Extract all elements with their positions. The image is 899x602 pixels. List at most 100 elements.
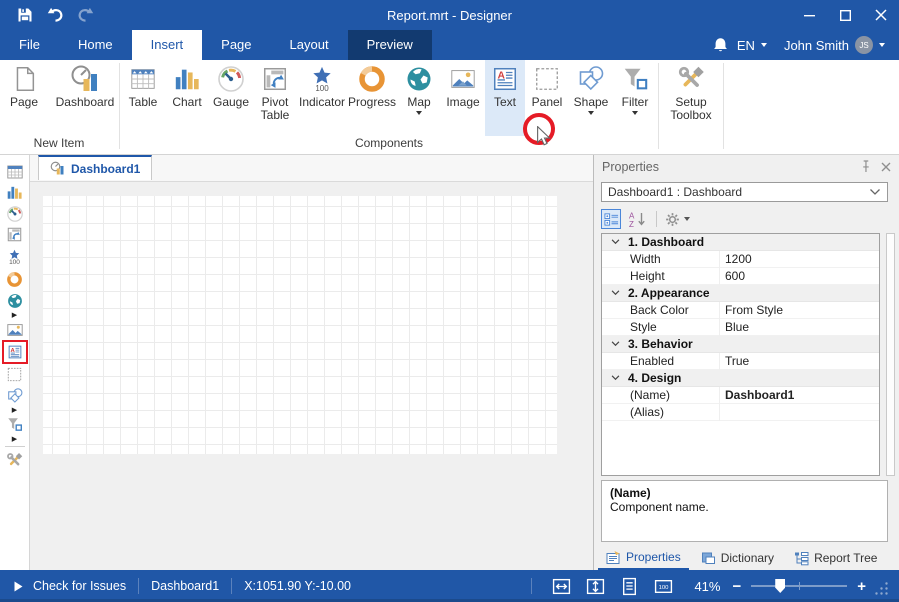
toolbox-text-button-highlighted[interactable]: A — [2, 340, 28, 364]
toolbox-indicator-button[interactable]: 100 — [3, 245, 27, 269]
indicator-button[interactable]: 100 Indicator — [297, 60, 347, 136]
check-for-issues-button[interactable]: Check for Issues — [14, 579, 126, 593]
zoom-in-button[interactable]: + — [857, 578, 866, 595]
property-row[interactable]: (Name) Dashboard1 — [602, 387, 879, 404]
toolbox-shape-expand-icon[interactable]: ▶ — [3, 406, 27, 414]
toolbar-separator — [656, 211, 657, 227]
property-section[interactable]: 2. Appearance — [602, 285, 879, 302]
chart-icon — [6, 184, 23, 201]
dashboard-button[interactable]: Dashboard — [54, 60, 116, 136]
page-view-button[interactable] — [619, 576, 639, 596]
close-button[interactable] — [863, 0, 899, 30]
text-button[interactable]: A Text — [485, 60, 525, 136]
language-selector[interactable]: EN — [737, 38, 767, 53]
close-panel-button[interactable] — [881, 162, 891, 172]
property-value[interactable]: From Style — [720, 302, 783, 318]
minimize-button[interactable] — [791, 0, 827, 30]
property-section[interactable]: 4. Design — [602, 370, 879, 387]
toolbox-filter-expand-icon[interactable]: ▶ — [3, 435, 27, 443]
properties-panel-title: Properties — [602, 160, 659, 174]
toolbox-pivot-table-button[interactable] — [3, 224, 27, 245]
setup-toolbox-button[interactable]: Setup Toolbox — [662, 60, 720, 136]
toolbox-filter-button[interactable] — [3, 414, 27, 435]
toolbox-chart-button[interactable] — [3, 182, 27, 203]
property-value[interactable]: 600 — [720, 268, 745, 284]
toolbox-panel-button[interactable] — [3, 364, 27, 385]
filter-dropdown-icon[interactable] — [632, 111, 638, 115]
categorized-view-button[interactable] — [601, 209, 621, 229]
zoom-out-button[interactable]: − — [732, 578, 741, 595]
tab-file[interactable]: File — [0, 30, 59, 60]
filter-button[interactable]: Filter — [613, 60, 657, 136]
property-value[interactable]: Blue — [720, 319, 749, 335]
property-row[interactable]: Back Color From Style — [602, 302, 879, 319]
user-menu[interactable]: John Smith JS — [784, 36, 885, 54]
ribbon-group-label: New Item — [0, 136, 118, 152]
toolbox-map-button[interactable] — [3, 290, 27, 311]
component-selector-dropdown[interactable]: Dashboard1 : Dashboard — [601, 182, 888, 202]
pivot-table-button[interactable]: Pivot Table — [253, 60, 297, 136]
gauge-button[interactable]: Gauge — [209, 60, 253, 136]
image-icon — [6, 321, 24, 339]
fit-page-height-button[interactable] — [585, 576, 605, 596]
tab-insert[interactable]: Insert — [132, 30, 203, 60]
statusbar-separator — [531, 578, 532, 594]
image-button[interactable]: Image — [441, 60, 485, 136]
maximize-button[interactable] — [827, 0, 863, 30]
property-section[interactable]: 3. Behavior — [602, 336, 879, 353]
zoom-100-button[interactable]: 100 — [653, 576, 673, 596]
property-value[interactable]: Dashboard1 — [720, 387, 794, 403]
resize-grip[interactable] — [874, 581, 889, 599]
shape-button[interactable]: Shape — [569, 60, 613, 136]
save-button[interactable] — [16, 6, 34, 24]
property-description-text: Component name. — [610, 500, 879, 514]
panel-icon — [532, 64, 562, 94]
settings-menu-button[interactable] — [665, 209, 690, 229]
tab-preview[interactable]: Preview — [348, 30, 432, 60]
property-value[interactable]: 1200 — [720, 251, 752, 267]
alphabetical-sort-button[interactable]: A Z — [626, 209, 648, 229]
tab-page[interactable]: Page — [202, 30, 270, 60]
toolbox-image-button[interactable] — [3, 319, 27, 340]
property-row[interactable]: Width 1200 — [602, 251, 879, 268]
property-row[interactable]: Style Blue — [602, 319, 879, 336]
tab-report-tree[interactable]: Report Tree — [786, 546, 885, 570]
toolbox-table-button[interactable] — [3, 161, 27, 182]
property-row[interactable]: Enabled True — [602, 353, 879, 370]
shape-dropdown-icon[interactable] — [588, 111, 594, 115]
tab-properties[interactable]: Properties — [598, 546, 689, 570]
zoom-slider[interactable] — [751, 585, 847, 587]
dashboard-tab-icon — [50, 161, 65, 176]
undo-button[interactable] — [46, 6, 64, 24]
chart-button[interactable]: Chart — [165, 60, 209, 136]
notifications-button[interactable] — [713, 37, 728, 53]
redo-button[interactable] — [76, 6, 94, 24]
map-dropdown-icon[interactable] — [416, 111, 422, 115]
property-row[interactable]: (Alias) — [602, 404, 879, 421]
pin-panel-button[interactable] — [860, 160, 871, 173]
map-button[interactable]: Map — [397, 60, 441, 136]
progress-button[interactable]: Progress — [347, 60, 397, 136]
toolbox-setup-button[interactable] — [3, 450, 27, 471]
toolbox-shape-button[interactable] — [3, 385, 27, 406]
section-label: 1. Dashboard — [628, 235, 704, 249]
page-button[interactable]: Page — [2, 60, 46, 136]
toolbox-gauge-button[interactable] — [3, 203, 27, 224]
property-row[interactable]: Height 600 — [602, 268, 879, 285]
document-tab-dashboard1[interactable]: Dashboard1 — [38, 155, 152, 180]
toolbox-map-expand-icon[interactable]: ▶ — [3, 311, 27, 319]
tab-layout[interactable]: Layout — [271, 30, 348, 60]
property-section[interactable]: 1. Dashboard — [602, 234, 879, 251]
fit-page-width-button[interactable] — [551, 576, 571, 596]
table-button[interactable]: Table — [121, 60, 165, 136]
pin-icon — [860, 160, 871, 173]
property-value[interactable]: True — [720, 353, 749, 369]
dashboard-design-surface[interactable] — [43, 196, 557, 454]
toolbox-progress-button[interactable] — [3, 269, 27, 290]
zoom-slider-thumb[interactable] — [775, 579, 785, 593]
tab-label: Report Tree — [814, 551, 877, 565]
ribbon-separator — [723, 63, 724, 149]
tab-home[interactable]: Home — [59, 30, 132, 60]
property-grid-scrollbar[interactable] — [886, 233, 895, 476]
tab-dictionary[interactable]: Dictionary — [693, 546, 782, 570]
